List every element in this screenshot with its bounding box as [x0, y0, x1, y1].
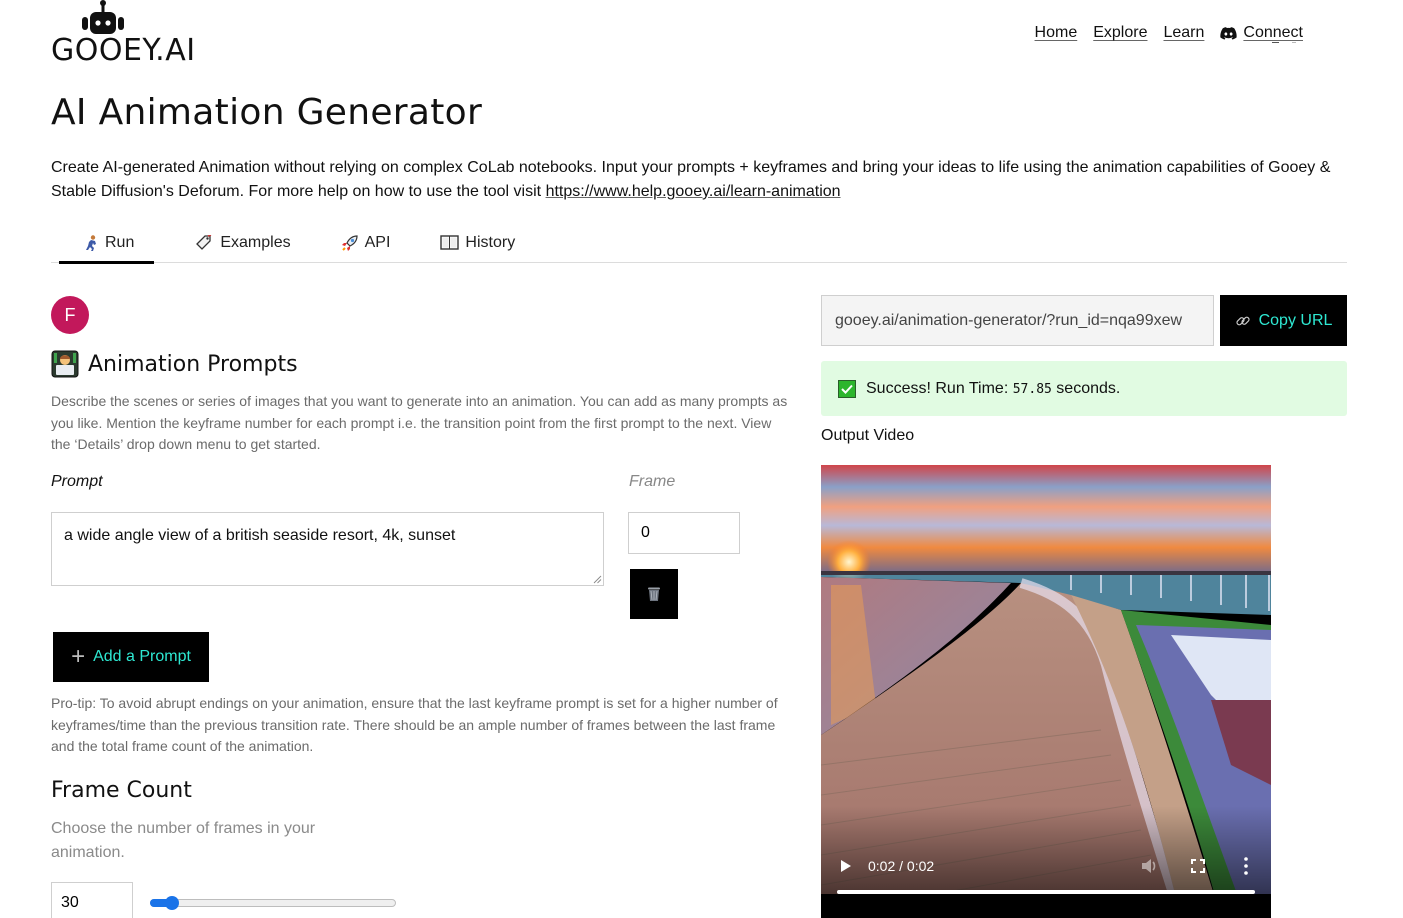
tab-api[interactable]: API	[333, 222, 399, 263]
book-icon	[440, 235, 460, 250]
nav-connect[interactable]: Connect	[1220, 24, 1303, 42]
user-avatar[interactable]: F	[51, 296, 89, 334]
tab-history-label: History	[465, 233, 516, 251]
copy-url-button[interactable]: Copy URL	[1220, 295, 1347, 346]
animation-prompts-heading: Animation Prompts	[51, 350, 298, 378]
brand-name: GOOEY.AI	[51, 33, 196, 68]
tab-run[interactable]: Run	[59, 222, 155, 264]
controls-bottom-bar	[821, 894, 1271, 918]
top-nav: Home Explore Learn Connect	[1035, 24, 1303, 42]
tab-api-label: API	[364, 233, 391, 251]
help-link[interactable]: https://www.help.gooey.ai/learn-animatio…	[546, 183, 841, 200]
slider-track	[150, 899, 396, 907]
gooey-logo[interactable]: GOOEY.AI	[51, 0, 201, 70]
volume-icon[interactable]	[1141, 858, 1159, 874]
prompt-textarea[interactable]: a wide angle view of a british seaside r…	[51, 512, 604, 586]
nav-learn[interactable]: Learn	[1163, 24, 1204, 42]
status-prefix: Success! Run Time:	[866, 379, 1013, 397]
share-url-field[interactable]: gooey.ai/animation-generator/?run_id=nqa…	[821, 295, 1214, 346]
technologist-icon	[51, 350, 79, 378]
nav-explore[interactable]: Explore	[1093, 24, 1147, 42]
nav-home[interactable]: Home	[1035, 24, 1078, 42]
output-video-label: Output Video	[821, 427, 915, 444]
tab-run-label: Run	[105, 233, 135, 251]
trash-icon	[648, 587, 660, 601]
tab-examples-label: Examples	[220, 233, 291, 251]
link-icon	[1236, 316, 1250, 325]
frame-column-label: Frame	[629, 473, 676, 490]
frame-count-heading: Frame Count	[51, 778, 192, 803]
video-controls: 0:02 / 0:02	[821, 806, 1271, 918]
page-title: AI Animation Generator	[51, 92, 483, 133]
slider-thumb[interactable]	[165, 896, 180, 910]
success-banner: Success! Run Time: 57.85 seconds.	[821, 361, 1347, 416]
prompt-column-label: Prompt	[51, 473, 103, 490]
section-title: Animation Prompts	[88, 351, 298, 377]
video-time: 0:02 / 0:02	[868, 858, 935, 874]
tab-examples[interactable]: Examples	[188, 222, 298, 263]
delete-prompt-button[interactable]	[630, 569, 678, 619]
tag-icon	[196, 234, 214, 251]
run-time: 57.85	[1012, 381, 1052, 397]
nav-overflow-indicator	[1272, 42, 1302, 44]
plus-icon: +	[71, 643, 86, 670]
frame-count-description: Choose the number of frames in your anim…	[51, 820, 316, 861]
pro-tip-text: Pro-tip: To avoid abrupt endings on your…	[51, 695, 778, 754]
video-progress-bar[interactable]	[837, 890, 1255, 894]
output-video-player[interactable]: 0:02 / 0:02	[821, 465, 1271, 918]
frame-count-input[interactable]: 30	[51, 882, 133, 918]
fullscreen-icon[interactable]	[1191, 859, 1205, 873]
resize-handle-icon[interactable]	[593, 575, 602, 584]
prompts-description: Describe the scenes or series of images …	[51, 393, 788, 452]
controls-gradient	[821, 806, 1271, 896]
running-person-icon	[85, 234, 99, 251]
status-text: Success! Run Time: 57.85 seconds.	[866, 380, 1120, 398]
frame-count-slider[interactable]	[150, 896, 396, 910]
frame-input[interactable]: 0	[628, 512, 740, 554]
tab-bar: Run Examples API History	[51, 222, 1347, 264]
copy-url-label: Copy URL	[1258, 311, 1333, 329]
add-prompt-button[interactable]: + Add a Prompt	[53, 632, 209, 682]
checkmark-icon	[838, 379, 856, 398]
discord-icon	[1220, 26, 1238, 40]
play-icon[interactable]	[840, 859, 852, 873]
tab-history[interactable]: History	[432, 222, 523, 263]
add-prompt-label: Add a Prompt	[93, 648, 191, 665]
page-intro: Create AI-generated Animation without re…	[51, 156, 1361, 204]
rocket-icon	[341, 234, 359, 252]
more-options-icon[interactable]	[1244, 857, 1248, 875]
nav-connect-label: Connect	[1243, 24, 1303, 41]
status-suffix: seconds.	[1051, 379, 1121, 397]
